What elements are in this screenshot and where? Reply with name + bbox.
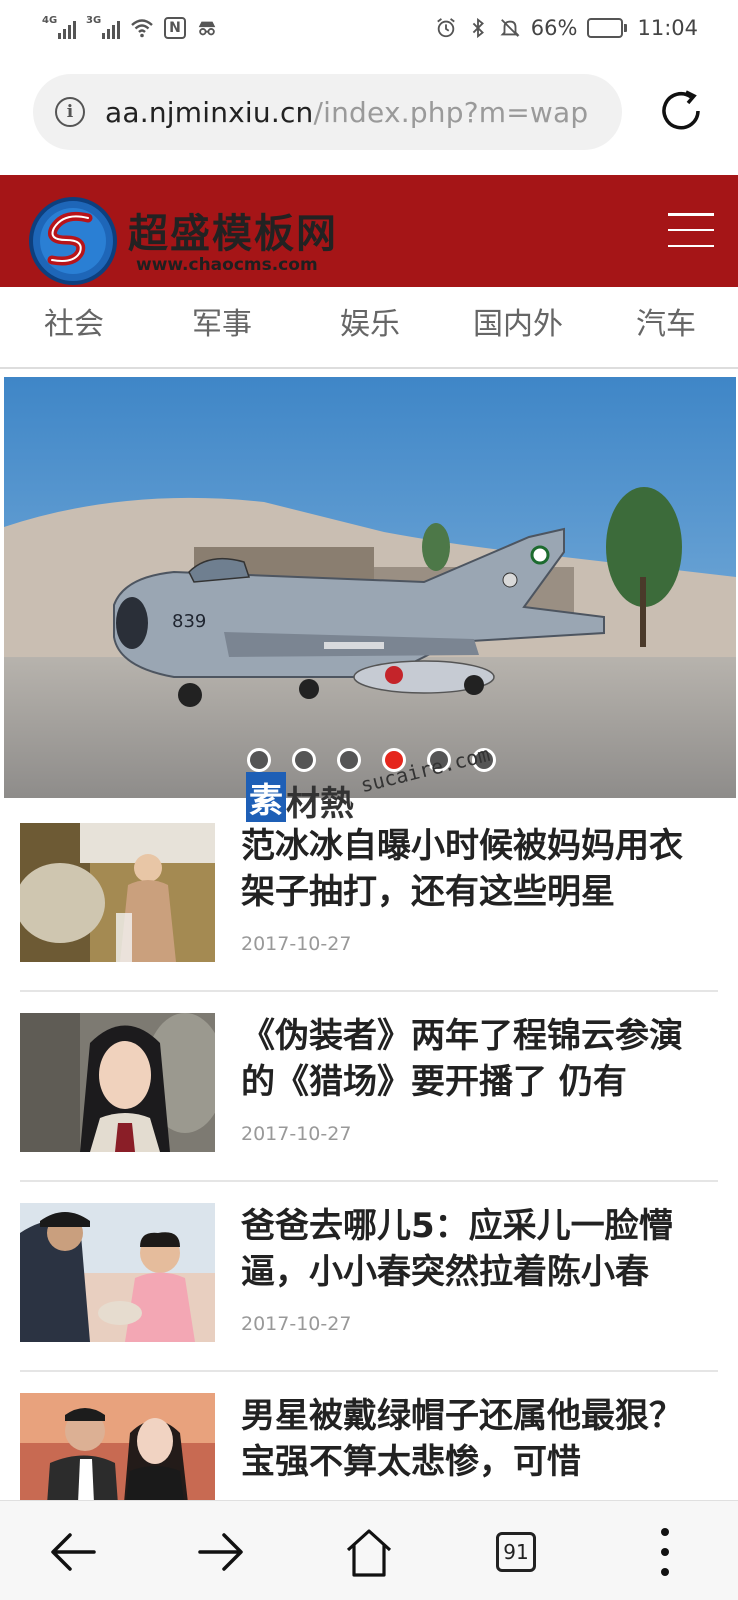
news-title[interactable]: 《伪装者》两年了程锦云参演的《猎场》要开播了 仍有 (241, 1013, 701, 1105)
category-tab[interactable]: 社会 (0, 287, 148, 367)
reload-icon[interactable] (656, 86, 706, 136)
info-icon[interactable]: i (55, 97, 85, 127)
news-thumbnail[interactable] (20, 1203, 215, 1342)
news-date: 2017-10-27 (241, 1123, 352, 1145)
tabs-button[interactable]: 91 (496, 1532, 536, 1572)
status-bar: 4G 3G N 66% 11:04 (0, 0, 738, 56)
forward-arrow-icon[interactable] (192, 1523, 250, 1581)
url-path: /index.php?m=wap (313, 95, 589, 129)
status-right: 66% 11:04 (435, 16, 698, 40)
news-thumbnail[interactable] (20, 823, 215, 962)
slider-dot[interactable] (337, 748, 361, 772)
incognito-icon (198, 21, 216, 36)
news-title[interactable]: 范冰冰自曝小时候被妈妈用衣架子抽打，还有这些明星 (241, 823, 701, 915)
wifi-icon (131, 19, 153, 38)
banner-slider[interactable]: 839 (4, 377, 736, 798)
status-left: 4G 3G N (42, 15, 218, 39)
category-tab[interactable]: 汽车 (592, 287, 738, 367)
news-date: 2017-10-27 (241, 1313, 352, 1335)
news-item[interactable]: 范冰冰自曝小时候被妈妈用衣架子抽打，还有这些明星 2017-10-27 (20, 823, 718, 1013)
divider (20, 990, 718, 992)
battery-icon (587, 18, 628, 38)
news-item[interactable]: 《伪装者》两年了程锦云参演的《猎场》要开播了 仍有 2017-10-27 (20, 1013, 718, 1203)
news-title[interactable]: 男星被戴绿帽子还属他最狠？宝强不算太悲惨，可惜 (241, 1393, 701, 1485)
category-tab[interactable]: 国内外 (444, 287, 592, 367)
signal-icon: 3G (86, 15, 120, 39)
site-logo-name[interactable]: 超盛模板网 (128, 201, 338, 259)
menu-icon[interactable] (668, 213, 714, 247)
back-arrow-icon[interactable] (44, 1523, 102, 1581)
category-nav: 社会 军事 娱乐 国内外 汽车 (0, 287, 738, 369)
browser-bottom-bar: 91 (0, 1500, 738, 1600)
url-host: aa.njminxiu.cn (105, 95, 314, 129)
divider (20, 1370, 718, 1372)
banner-image[interactable]: 839 (4, 377, 736, 798)
more-menu-icon[interactable] (636, 1523, 694, 1581)
clock: 11:04 (637, 16, 698, 40)
news-thumbnail[interactable] (20, 1013, 215, 1152)
home-icon[interactable] (340, 1523, 398, 1581)
bluetooth-icon (472, 17, 484, 39)
logo-emblem-icon[interactable] (26, 196, 120, 286)
slider-dot[interactable] (247, 748, 271, 772)
url-bar[interactable]: i aa.njminxiu.cn/index.php?m=wap (33, 74, 622, 150)
signal-icon: 4G (42, 15, 76, 39)
site-header: 超盛模板网 www.chaocms.com (0, 175, 738, 287)
mute-icon (500, 19, 520, 37)
category-tab[interactable]: 军事 (148, 287, 296, 367)
aircraft-number: 839 (172, 611, 206, 632)
news-item[interactable]: 爸爸去哪儿5：应采儿一脸懵逼，小小春突然拉着陈小春 2017-10-27 (20, 1203, 718, 1393)
url-text[interactable]: aa.njminxiu.cn/index.php?m=wap (105, 96, 605, 129)
nfc-icon: N (164, 17, 186, 39)
slider-dot[interactable] (292, 748, 316, 772)
news-date: 2017-10-27 (241, 933, 352, 955)
alarm-icon (436, 18, 455, 38)
category-tab[interactable]: 娱乐 (296, 287, 444, 367)
battery-percent: 66% (530, 16, 578, 40)
news-title[interactable]: 爸爸去哪儿5：应采儿一脸懵逼，小小春突然拉着陈小春 (241, 1203, 701, 1295)
site-logo-url: www.chaocms.com (136, 255, 318, 275)
watermark-char-box: 素 (246, 772, 286, 822)
watermark-chars: 材熱 (286, 784, 354, 824)
divider (20, 1180, 718, 1182)
browser-address-row: i aa.njminxiu.cn/index.php?m=wap (0, 56, 738, 170)
